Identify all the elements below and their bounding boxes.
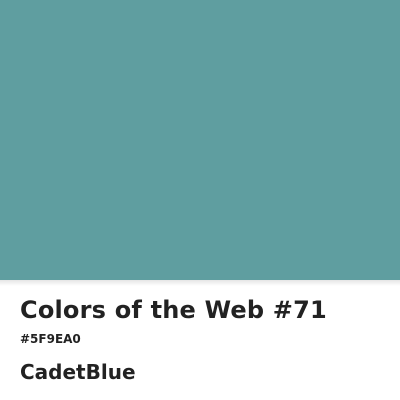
color-swatch <box>0 0 400 280</box>
color-collection-title: Colors of the Web #71 <box>20 296 327 324</box>
swatch-divider <box>0 280 400 286</box>
color-hex-code: #5F9EA0 <box>20 332 81 346</box>
color-card: Colors of the Web #71 #5F9EA0 CadetBlue <box>0 0 400 400</box>
color-name: CadetBlue <box>20 360 136 384</box>
